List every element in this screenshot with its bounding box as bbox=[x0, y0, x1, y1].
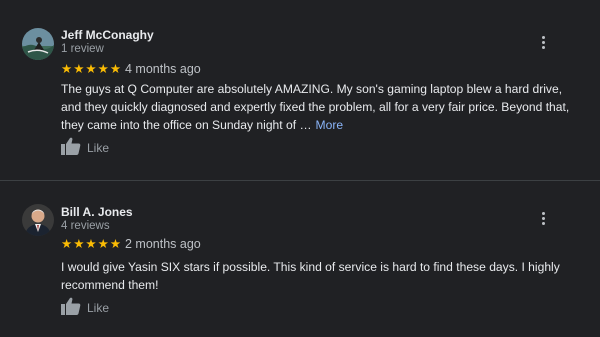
reviewer-name[interactable]: Jeff McConaghy bbox=[61, 28, 154, 42]
review-count: 4 reviews bbox=[61, 220, 110, 232]
star-rating: ★★★★★ bbox=[61, 237, 123, 251]
review-date: 4 months ago bbox=[125, 62, 201, 76]
more-vert-icon[interactable] bbox=[536, 33, 550, 51]
like-button[interactable]: Like bbox=[61, 297, 110, 320]
review-count: 1 review bbox=[61, 43, 104, 55]
like-label: Like bbox=[87, 141, 110, 155]
review-date: 2 months ago bbox=[125, 237, 201, 251]
review-text: The guys at Q Computer are absolutely AM… bbox=[61, 80, 581, 134]
more-vert-icon[interactable] bbox=[536, 209, 550, 227]
avatar[interactable] bbox=[22, 28, 54, 60]
review-card: Bill A. Jones 4 reviews ★★★★★ 2 months a… bbox=[0, 181, 600, 337]
like-label: Like bbox=[87, 301, 110, 315]
reviewer-name[interactable]: Bill A. Jones bbox=[61, 205, 133, 219]
more-link[interactable]: More bbox=[316, 118, 344, 132]
avatar[interactable] bbox=[22, 204, 54, 236]
star-rating: ★★★★★ bbox=[61, 62, 123, 76]
thumbs-up-icon bbox=[61, 137, 81, 160]
review-text: I would give Yasin SIX stars if possible… bbox=[61, 260, 560, 292]
like-button[interactable]: Like bbox=[61, 137, 110, 160]
thumbs-up-icon bbox=[61, 297, 81, 320]
review-card: Jeff McConaghy 1 review ★★★★★ 4 months a… bbox=[0, 0, 600, 180]
